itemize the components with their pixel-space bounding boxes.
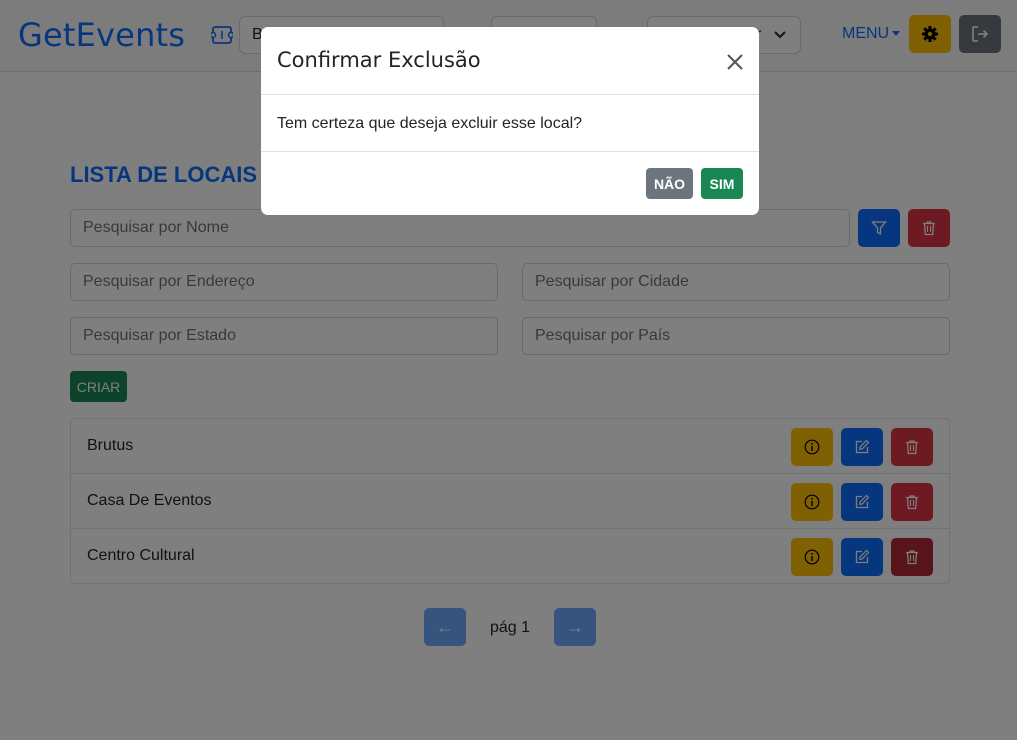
modal-header: Confirmar Exclusão [261,27,759,95]
yes-button[interactable]: SIM [701,168,743,199]
close-icon[interactable] [724,51,746,73]
modal-message: Tem certeza que deseja excluir esse loca… [277,115,583,132]
no-button[interactable]: NÃO [646,168,693,199]
modal-footer: NÃO SIM [261,152,759,215]
confirm-delete-modal: Confirmar Exclusão Tem certeza que desej… [261,27,759,215]
modal-body: Tem certeza que deseja excluir esse loca… [261,95,759,152]
modal-title: Confirmar Exclusão [277,48,481,72]
